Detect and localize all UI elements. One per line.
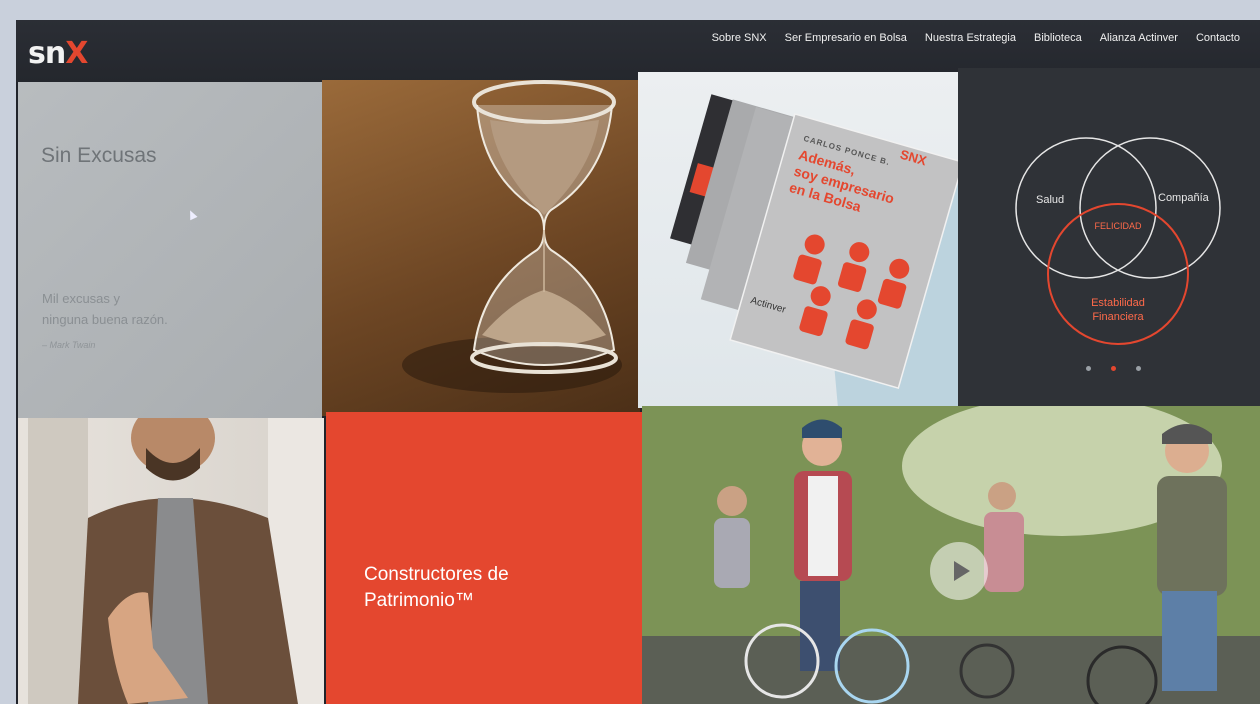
handshake-image[interactable]: [18, 418, 324, 704]
hourglass-illustration: [402, 80, 622, 393]
venn-felicidad-label: FELICIDAD: [1094, 221, 1142, 231]
quote-line-2: ninguna buena razón.: [42, 312, 168, 327]
mouse-cursor-icon: [186, 208, 198, 221]
venn-estabilidad-label: Estabilidad Financiera: [1068, 296, 1168, 324]
sin-excusas-title: Sin Excusas: [41, 144, 157, 167]
quote-text: Mil excusas y ninguna buena razón.: [42, 288, 242, 330]
logo-x: X: [65, 35, 89, 71]
quote-line-1: Mil excusas y: [42, 291, 121, 306]
quote-author: – Mark Twain: [42, 340, 96, 350]
carousel-dots: [1086, 366, 1141, 371]
books-illustration: [670, 94, 958, 408]
nav-item-nuestra-estrategia[interactable]: Nuestra Estrategia: [925, 32, 1016, 44]
nav-item-ser-empresario[interactable]: Ser Empresario en Bolsa: [785, 32, 907, 44]
businessman-illustration: [28, 418, 324, 704]
carousel-dot-2[interactable]: [1111, 366, 1116, 371]
constructores-text: Constructores de Patrimonio™: [364, 562, 584, 614]
hourglass-image[interactable]: [322, 80, 640, 416]
nav-item-alianza-actinver[interactable]: Alianza Actinver: [1100, 32, 1178, 44]
play-video-button[interactable]: [930, 542, 988, 600]
browser-screen: sn X Sobre SNX Ser Empresario en Bolsa N…: [16, 20, 1260, 704]
nav-item-contacto[interactable]: Contacto: [1196, 32, 1240, 44]
constructores-tile[interactable]: Constructores de Patrimonio™: [326, 412, 642, 704]
constructores-line-1: Constructores de: [364, 564, 509, 585]
play-icon: [953, 561, 970, 581]
venn-diagram-slide[interactable]: Salud Compañía FELICIDAD Estabilidad Fin…: [958, 68, 1260, 406]
venn-compania-label: Compañía: [1158, 192, 1209, 204]
sin-excusas-tile[interactable]: Sin Excusas Mil excusas y ninguna buena …: [18, 82, 322, 420]
family-bikes-video[interactable]: [642, 406, 1260, 704]
snx-logo[interactable]: sn X: [28, 35, 89, 71]
main-nav: Sobre SNX Ser Empresario en Bolsa Nuestr…: [712, 32, 1240, 44]
venn-circles: [1015, 137, 1221, 345]
venn-estabilidad-line-2: Financiera: [1092, 311, 1144, 323]
nav-item-sobre-snx[interactable]: Sobre SNX: [712, 32, 767, 44]
venn-estabilidad-line-1: Estabilidad: [1091, 297, 1145, 309]
carousel-dot-1[interactable]: [1086, 366, 1091, 371]
carousel-dot-3[interactable]: [1136, 366, 1141, 371]
venn-salud-label: Salud: [1036, 194, 1065, 206]
constructores-line-2: Patrimonio™: [364, 590, 474, 611]
logo-text: sn: [28, 35, 66, 71]
nav-item-biblioteca[interactable]: Biblioteca: [1034, 32, 1082, 44]
books-image[interactable]: CARLOS PONCE B. Además, soy empresario e…: [638, 72, 958, 408]
